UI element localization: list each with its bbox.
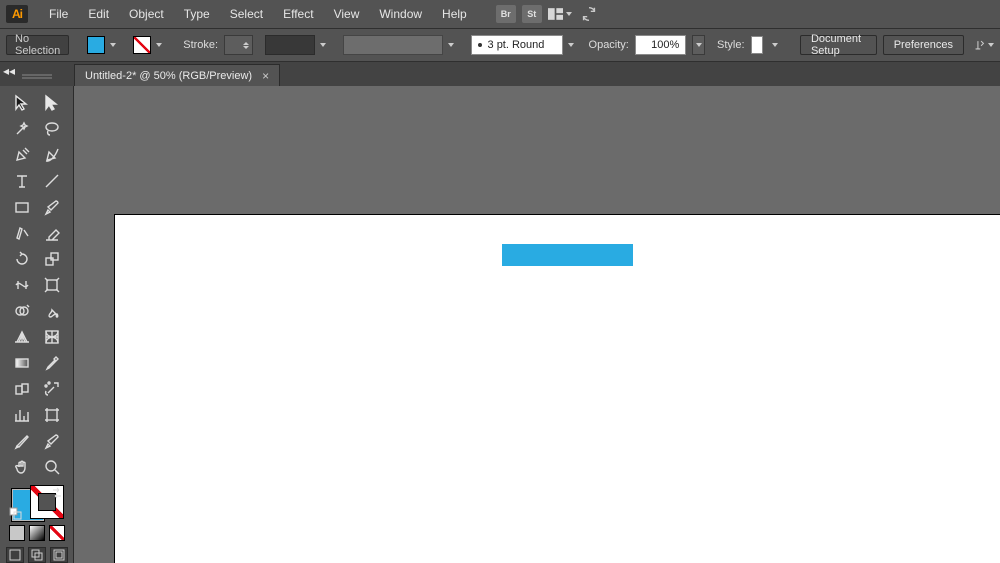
opacity-value: 100% <box>651 39 679 51</box>
zoom-tool[interactable] <box>37 454 67 480</box>
fill-swatch-dropdown[interactable] <box>105 36 121 54</box>
menu-effect[interactable]: Effect <box>274 3 322 25</box>
canvas-area[interactable] <box>74 86 1000 563</box>
control-bar: No Selection Stroke: 3 pt. Round Opacity… <box>0 28 1000 62</box>
menu-file[interactable]: File <box>40 3 77 25</box>
pen-tool[interactable] <box>7 142 37 168</box>
menu-type[interactable]: Type <box>175 3 219 25</box>
live-paint-bucket-tool[interactable] <box>37 298 67 324</box>
lasso-tool[interactable] <box>37 116 67 142</box>
color-mode-solid[interactable] <box>9 525 25 541</box>
eraser-tool[interactable] <box>37 220 67 246</box>
tools-panel-grip[interactable] <box>4 70 70 84</box>
color-mode-gradient[interactable] <box>29 525 45 541</box>
brush-name-field[interactable]: 3 pt. Round <box>471 35 563 55</box>
opacity-caret[interactable] <box>692 35 705 55</box>
swap-fill-stroke[interactable] <box>50 486 64 500</box>
magic-wand-tool[interactable] <box>7 116 37 142</box>
variable-width-profile-caret[interactable] <box>443 36 459 54</box>
curvature-tool[interactable] <box>37 142 67 168</box>
align-panel-toggle[interactable] <box>974 36 994 54</box>
rectangle-tool[interactable] <box>7 194 37 220</box>
document-tab[interactable]: Untitled-2* @ 50% (RGB/Preview) × <box>74 64 280 86</box>
menu-help[interactable]: Help <box>433 3 476 25</box>
column-graph-tool[interactable] <box>7 402 37 428</box>
stroke-swatch[interactable] <box>133 36 151 54</box>
opacity-field[interactable]: 100% <box>635 35 686 55</box>
workspace <box>0 86 1000 563</box>
direct-selection-tool[interactable] <box>37 90 67 116</box>
document-tab-strip: Untitled-2* @ 50% (RGB/Preview) × <box>0 62 1000 86</box>
width-tool[interactable] <box>7 272 37 298</box>
draw-normal[interactable] <box>6 547 24 563</box>
slice-tool[interactable] <box>7 428 37 454</box>
shape-builder-tool[interactable] <box>7 298 37 324</box>
dot-icon <box>478 43 482 47</box>
menu-select[interactable]: Select <box>221 3 272 25</box>
stroke-weight-field[interactable] <box>224 35 252 55</box>
graphic-style-caret[interactable] <box>769 36 780 54</box>
menu-bar: Ai File Edit Object Type Select Effect V… <box>0 0 1000 28</box>
tools-panel <box>0 86 74 563</box>
screen-mode-row <box>6 547 68 563</box>
brush-name-caret[interactable] <box>563 36 579 54</box>
draw-behind[interactable] <box>28 547 46 563</box>
stock-button[interactable]: St <box>522 5 542 23</box>
menu-window[interactable]: Window <box>370 3 431 25</box>
document-tab-close[interactable]: × <box>262 69 269 83</box>
fill-swatch[interactable] <box>87 36 105 54</box>
arrange-documents-button[interactable] <box>548 5 572 23</box>
gradient-tool[interactable] <box>7 350 37 376</box>
color-mode-row <box>9 525 65 541</box>
selection-indicator[interactable]: No Selection <box>6 35 69 55</box>
symbol-sprayer-tool[interactable] <box>37 376 67 402</box>
fill-stroke-indicator <box>8 486 66 521</box>
type-tool[interactable] <box>7 168 37 194</box>
color-mode-none[interactable] <box>49 525 65 541</box>
draw-inside[interactable] <box>50 547 68 563</box>
style-label: Style: <box>717 39 745 51</box>
menu-view[interactable]: View <box>325 3 369 25</box>
hand-tool[interactable] <box>7 454 37 480</box>
artboard[interactable] <box>114 214 1000 563</box>
rotate-tool[interactable] <box>7 246 37 272</box>
stroke-swatch-dropdown[interactable] <box>151 36 167 54</box>
app-logo[interactable]: Ai <box>6 5 28 23</box>
hand-tool-alt[interactable] <box>37 428 67 454</box>
artboard-tool[interactable] <box>37 402 67 428</box>
free-transform-tool[interactable] <box>37 272 67 298</box>
brush-definition-caret[interactable] <box>315 36 331 54</box>
preferences-button[interactable]: Preferences <box>883 35 964 55</box>
brush-definition-dropdown[interactable] <box>265 35 315 55</box>
document-tab-title: Untitled-2* @ 50% (RGB/Preview) <box>85 70 252 82</box>
opacity-label: Opacity: <box>589 39 629 51</box>
bridge-button[interactable]: Br <box>496 5 516 23</box>
line-segment-tool[interactable] <box>37 168 67 194</box>
graphic-style-swatch[interactable] <box>751 36 764 54</box>
menu-edit[interactable]: Edit <box>79 3 118 25</box>
selection-tool[interactable] <box>7 90 37 116</box>
document-setup-button[interactable]: Document Setup <box>800 35 877 55</box>
perspective-grid-tool[interactable] <box>7 324 37 350</box>
sync-settings-icon[interactable] <box>578 3 600 25</box>
shaper-tool[interactable] <box>7 220 37 246</box>
menu-object[interactable]: Object <box>120 3 173 25</box>
blend-tool[interactable] <box>7 376 37 402</box>
paintbrush-tool[interactable] <box>37 194 67 220</box>
scale-tool[interactable] <box>37 246 67 272</box>
drawn-rectangle[interactable] <box>502 244 633 266</box>
brush-name-text: 3 pt. Round <box>488 39 545 51</box>
eyedropper-tool[interactable] <box>37 350 67 376</box>
variable-width-profile[interactable] <box>343 35 443 55</box>
default-fill-stroke[interactable] <box>9 507 23 521</box>
mesh-tool[interactable] <box>37 324 67 350</box>
stroke-label: Stroke: <box>183 39 218 51</box>
